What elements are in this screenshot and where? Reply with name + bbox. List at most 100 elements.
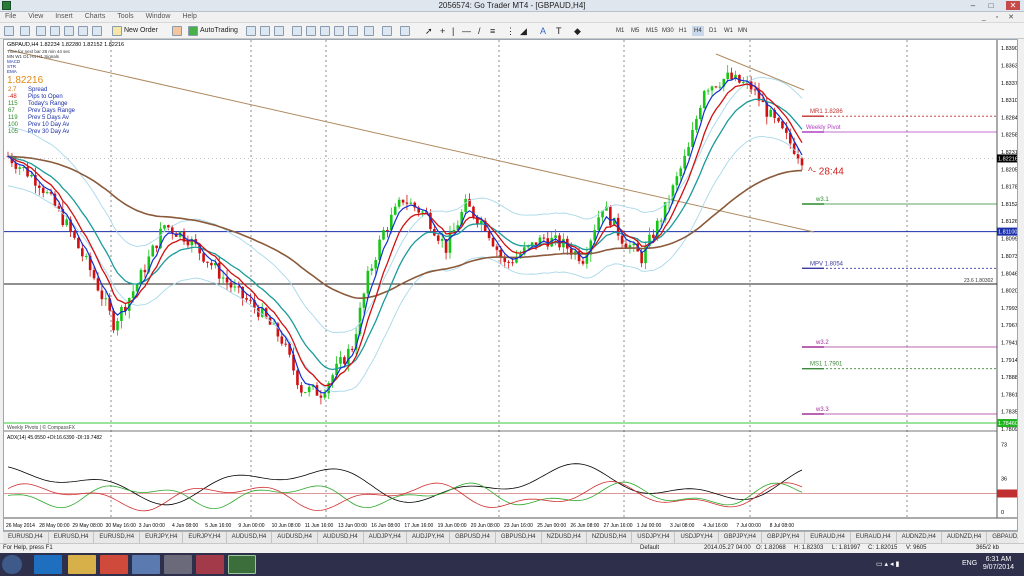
timeframe-m15[interactable]: M15 (646, 26, 658, 36)
language-indicator[interactable]: ENG (962, 560, 977, 567)
menu-view[interactable]: View (23, 12, 48, 20)
candle-body (350, 348, 354, 350)
minimize-button[interactable]: – (966, 1, 980, 10)
candle-body (65, 219, 68, 226)
chart-tab[interactable]: AUDJPY,H4 (407, 532, 451, 543)
chart-tab[interactable]: GBPUSD,H4 (450, 532, 496, 543)
fibo-icon[interactable]: ⋮ (506, 25, 515, 37)
timeframe-m5[interactable]: M5 (631, 26, 639, 36)
channel-icon[interactable]: ≡ (490, 25, 495, 37)
close-button[interactable]: ✕ (1006, 1, 1020, 10)
new-order-button[interactable]: New Order (124, 25, 158, 37)
tile-windows-icon[interactable] (320, 26, 330, 36)
chart-tab[interactable]: GBPJPY,H4 (762, 532, 806, 543)
navigator-icon[interactable] (64, 26, 74, 36)
chart-tab[interactable]: AUDJPY,H4 (364, 532, 407, 543)
autotrading-button[interactable]: AutoTrading (200, 25, 238, 37)
price-tick-label: 1.78090 (1001, 427, 1017, 433)
menu-bar: File View Insert Charts Tools Window Hel… (0, 12, 1024, 23)
price-chart[interactable]: 1.83900 1.83635 1.83370 1.83105 1.82840 1.825… (4, 40, 1017, 530)
line-chart-icon[interactable] (274, 26, 284, 36)
candle-body (217, 262, 221, 279)
candle-body (104, 298, 108, 300)
trendline-icon[interactable]: / (478, 25, 481, 37)
gann-icon[interactable]: ◢ (520, 25, 527, 37)
zoom-out-icon[interactable] (306, 26, 316, 36)
chart-tab[interactable]: EURJPY,H4 (183, 532, 227, 543)
ie-icon[interactable] (34, 555, 62, 574)
autoscroll-icon[interactable] (334, 26, 344, 36)
timeframe-m1[interactable]: M1 (616, 26, 624, 36)
terminal-icon[interactable] (78, 26, 88, 36)
chart-tab[interactable]: EURAUD,H4 (851, 532, 897, 543)
chart-tab[interactable]: AUDUSD,H4 (272, 532, 318, 543)
indicators-icon[interactable] (364, 26, 374, 36)
chart-tab[interactable]: NZDUSD,H4 (542, 532, 587, 543)
start-button[interactable] (2, 555, 22, 574)
chart-tab[interactable]: EURUSD,H4 (3, 532, 49, 543)
chart-tab[interactable]: EURUSD,H4 (94, 532, 141, 543)
chart-tab[interactable]: NZDUSD,H4 (587, 532, 633, 543)
candle-body (699, 107, 702, 119)
chart-header: GBPAUD,H4 1.82234 1.82280 1.82152 1.8221… (7, 42, 124, 48)
menu-help[interactable]: Help (177, 12, 201, 20)
mt4-taskbar-icon[interactable] (228, 555, 256, 574)
chart-tab[interactable]: EURAUD,H4 (805, 532, 851, 543)
zoom-in-icon[interactable] (292, 26, 302, 36)
chart-tab[interactable]: EURJPY,H4 (140, 532, 184, 543)
market-watch-icon[interactable] (36, 26, 46, 36)
price-tick-label: 1.81785 (1001, 185, 1017, 191)
chrome-icon[interactable] (100, 555, 128, 574)
cursor-icon[interactable]: ➚ (425, 25, 433, 37)
text-tool-icon[interactable]: A (540, 25, 546, 37)
notepad-icon[interactable] (164, 555, 192, 574)
vertical-line-icon[interactable]: | (452, 25, 454, 37)
candle-body (499, 249, 503, 258)
chart-window[interactable]: 1.83900 1.83635 1.83370 1.83105 1.82840 1.825… (3, 39, 1018, 531)
candlestick-icon[interactable] (260, 26, 270, 36)
chart-tab[interactable]: AUDNZD,H4 (897, 532, 942, 543)
menu-window[interactable]: Window (141, 12, 176, 20)
timeframe-m30[interactable]: M30 (662, 26, 674, 36)
new-chart-icon[interactable] (4, 26, 14, 36)
chart-tab[interactable]: AUDUSD,H4 (318, 532, 364, 543)
tray-icons[interactable]: ▭ ▴ ◂ ▮ (876, 560, 899, 568)
maximize-button[interactable]: □ (984, 1, 998, 10)
timeframe-mn[interactable]: MN (738, 26, 747, 36)
explorer-icon[interactable] (68, 555, 96, 574)
menu-file[interactable]: File (0, 12, 21, 20)
timeframe-h1[interactable]: H1 (679, 26, 687, 36)
chart-tab[interactable]: GBPJPY,H4 (719, 532, 762, 543)
profiles-icon[interactable] (20, 26, 30, 36)
mdi-controls[interactable]: _ ▫ ✕ (982, 13, 1018, 21)
autotrading-icon[interactable] (188, 26, 198, 36)
menu-charts[interactable]: Charts (80, 12, 111, 20)
chart-tab[interactable]: USDJPY,H4 (675, 532, 719, 543)
crosshair-icon[interactable]: + (440, 25, 445, 37)
calculator-icon[interactable] (132, 555, 160, 574)
timeframe-d1[interactable]: D1 (709, 26, 717, 36)
label-tool-icon[interactable]: T (556, 25, 562, 37)
snip-icon[interactable] (196, 555, 224, 574)
arrow-tool-icon[interactable]: ◆ (574, 25, 581, 37)
data-window-icon[interactable] (50, 26, 60, 36)
timeframe-h4[interactable]: H4 (692, 26, 704, 36)
chart-tab[interactable]: EURUSD,H4 (49, 532, 95, 543)
templates-icon[interactable] (400, 26, 410, 36)
clock[interactable]: 6:31 AM 9/07/2014 (983, 556, 1014, 572)
periods-icon[interactable] (382, 26, 392, 36)
menu-insert[interactable]: Insert (50, 12, 78, 20)
chart-tab[interactable]: GBPAUD,H4 (987, 532, 1018, 543)
bar-chart-icon[interactable] (246, 26, 256, 36)
chart-shift-icon[interactable] (348, 26, 358, 36)
chart-tab[interactable]: USDJPY,H4 (632, 532, 676, 543)
menu-tools[interactable]: Tools (112, 12, 138, 20)
chart-tab[interactable]: AUDNZD,H4 (942, 532, 988, 543)
horizontal-line-icon[interactable]: — (462, 25, 471, 37)
metaeditor-icon[interactable] (172, 26, 182, 36)
chart-tab[interactable]: AUDUSD,H4 (227, 532, 273, 543)
chart-tab[interactable]: GBPUSD,H4 (496, 532, 542, 543)
strategy-tester-icon[interactable] (92, 26, 102, 36)
new-order-icon[interactable] (112, 26, 122, 36)
timeframe-w1[interactable]: W1 (724, 26, 733, 36)
